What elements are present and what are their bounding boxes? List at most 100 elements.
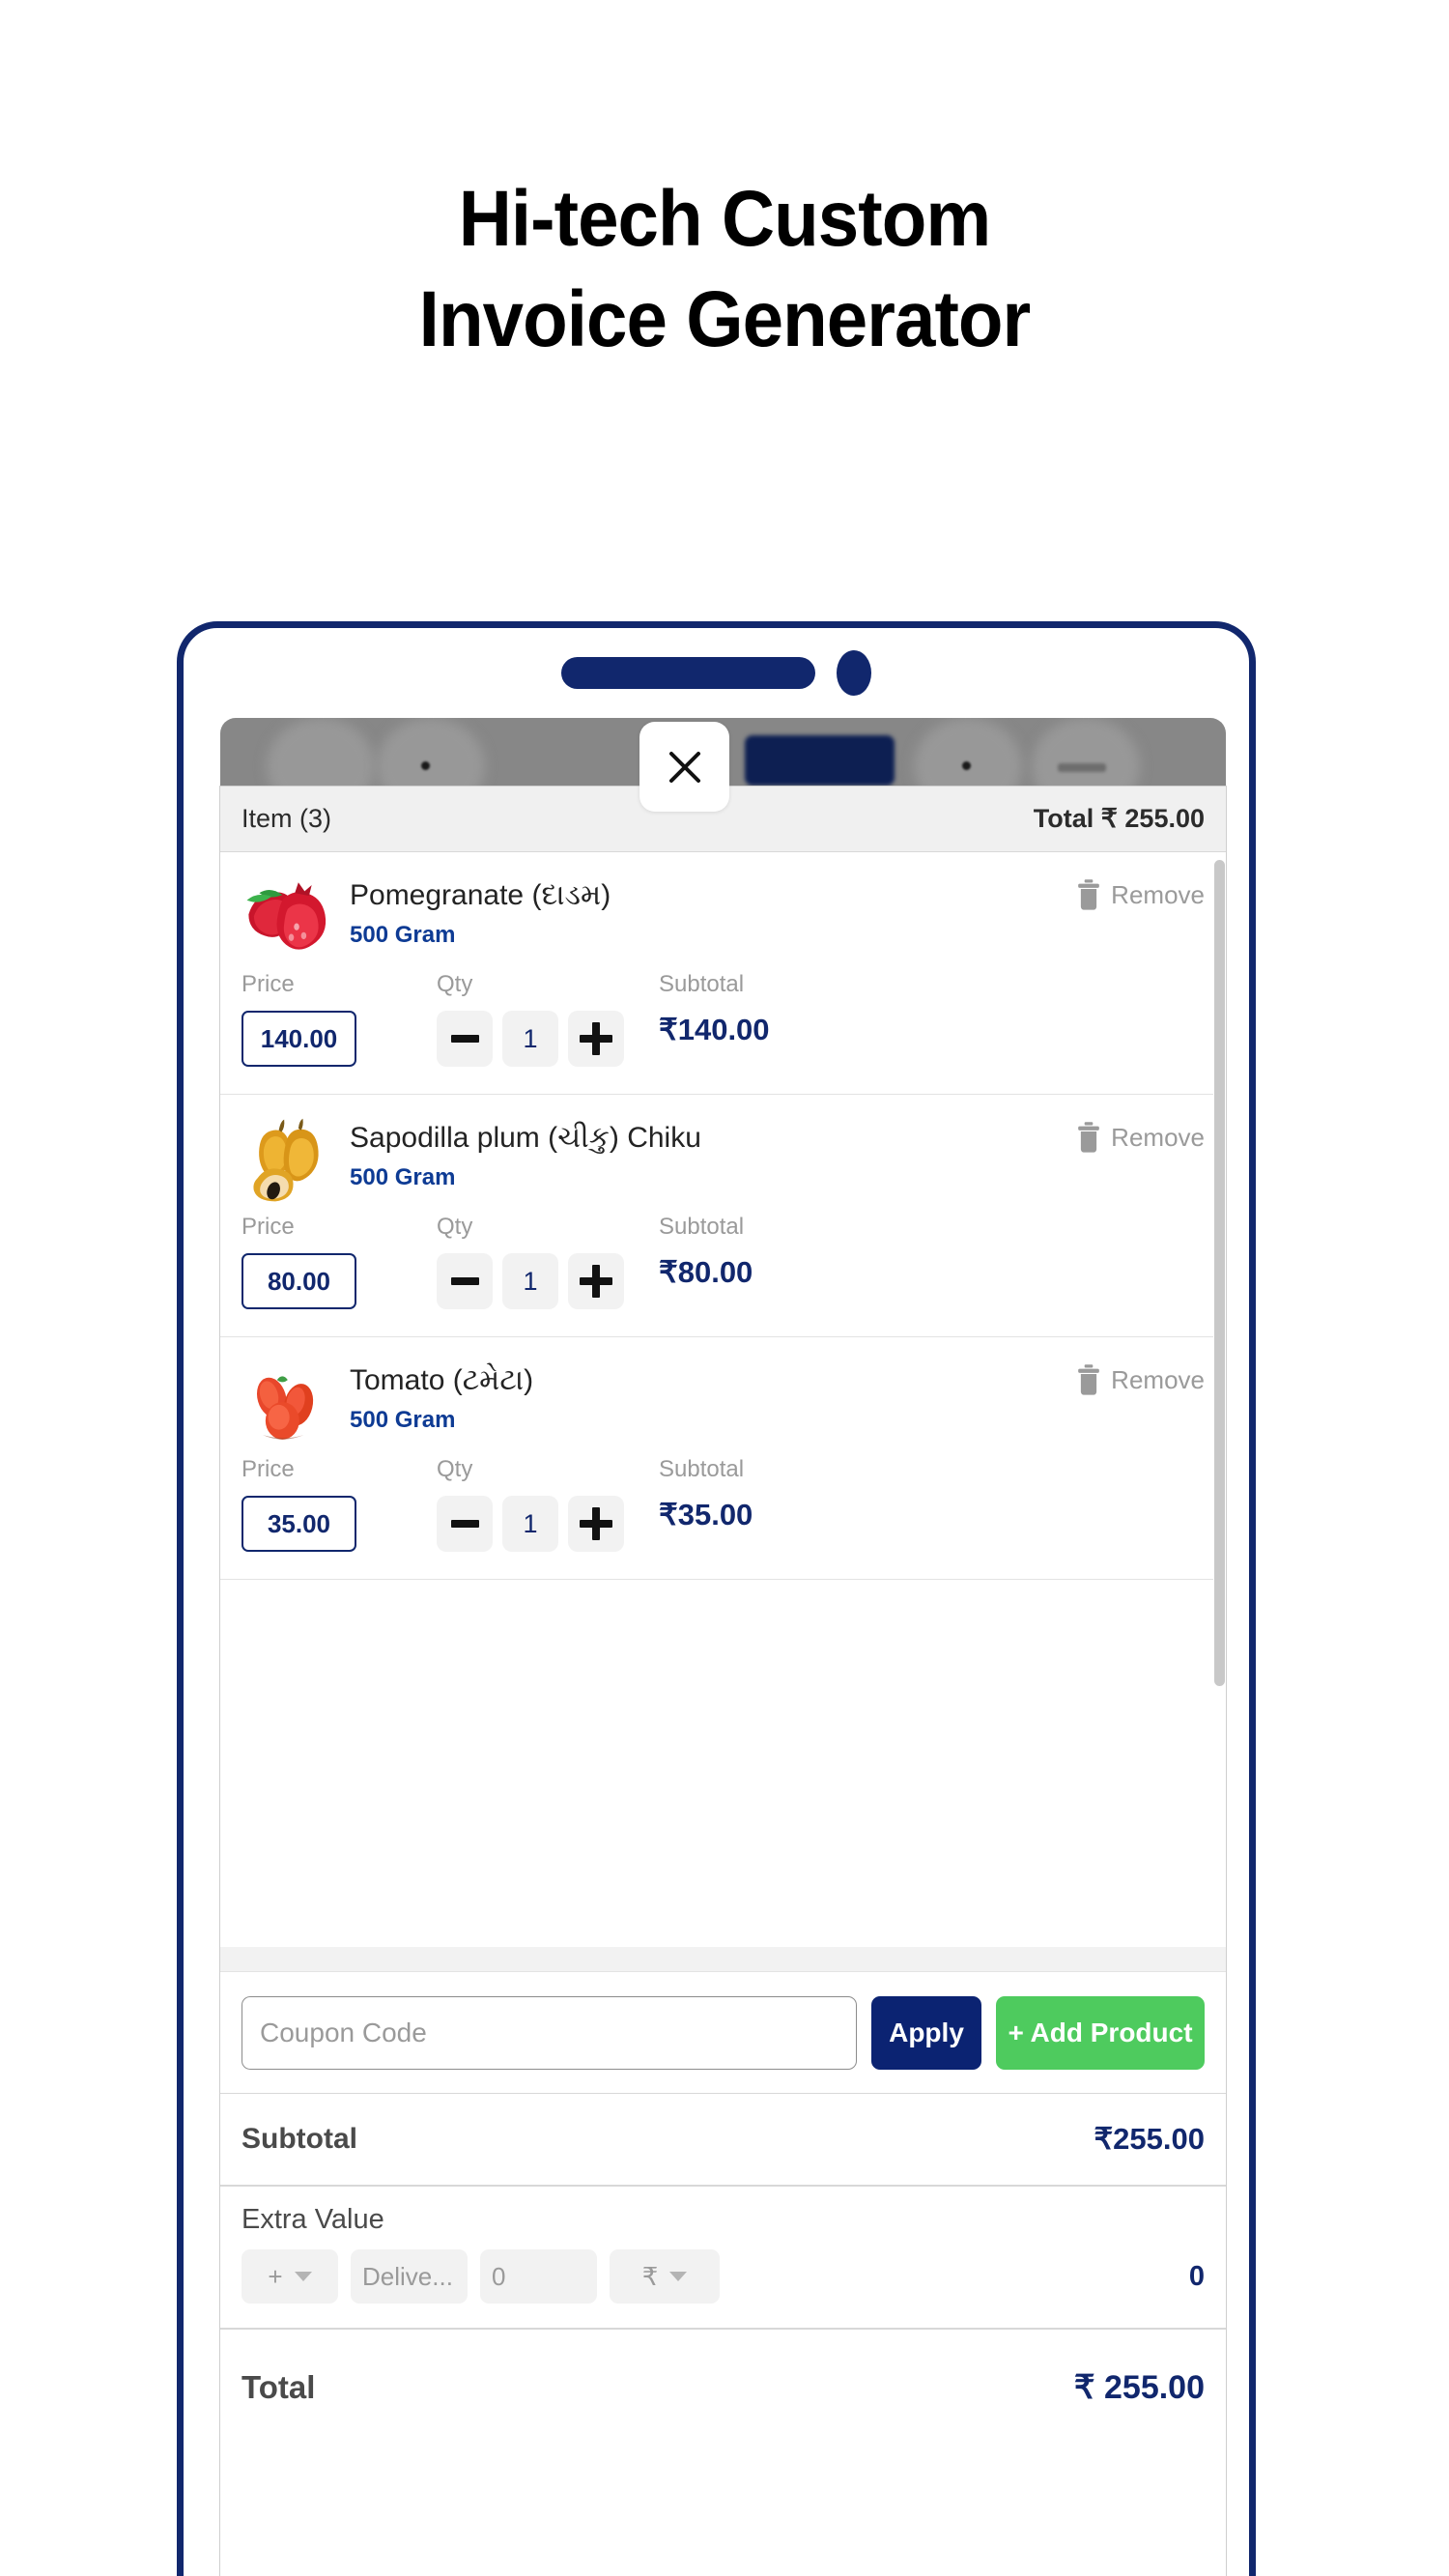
price-label: Price <box>242 1214 295 1240</box>
qty-value[interactable]: 1 <box>502 1011 558 1067</box>
total-row-value: ₹ 255.00 <box>1073 2369 1205 2406</box>
quantity-stepper: 1 <box>437 1253 659 1309</box>
product-image-sapodilla <box>242 1116 330 1205</box>
cart-item-row: Tomato (ટમેટા) 500 Gram Remove Price 35.… <box>220 1337 1226 1580</box>
price-label: Price <box>242 1456 295 1482</box>
apply-coupon-button[interactable]: Apply <box>871 1995 981 2070</box>
price-label: Price <box>242 971 295 997</box>
qty-column: Qty 1 <box>437 971 659 1067</box>
product-name: Pomegranate (દાડમ) <box>350 879 611 911</box>
extra-currency-select[interactable]: ₹ <box>610 2249 720 2304</box>
page-title-line-1: Hi-tech Custom <box>458 175 991 263</box>
subtotal-column: Subtotal ₹35.00 <box>659 1456 1205 1532</box>
phone-speaker <box>561 657 815 689</box>
total-row-label: Total <box>242 2369 316 2405</box>
page-title: Hi-tech Custom Invoice Generator <box>51 169 1399 370</box>
subtotal-row-label: Subtotal <box>242 2123 357 2155</box>
quantity-stepper: 1 <box>437 1496 659 1552</box>
subtotal-value: ₹140.00 <box>659 1013 770 1046</box>
minus-icon <box>450 1520 479 1528</box>
product-size: 500 Gram <box>350 1164 456 1190</box>
increment-qty-button[interactable] <box>568 1496 624 1552</box>
subtotal-row: Subtotal ₹255.00 <box>220 2094 1226 2187</box>
qty-label: Qty <box>437 971 473 997</box>
plus-icon <box>580 1265 612 1298</box>
cart-item-row: Sapodilla plum (ચીકુ) Chiku 500 Gram Rem… <box>220 1095 1226 1337</box>
price-input[interactable]: 140.00 <box>242 1011 356 1067</box>
remove-label: Remove <box>1111 1123 1205 1152</box>
subtotal-label: Subtotal <box>659 971 745 997</box>
qty-label: Qty <box>437 1456 473 1482</box>
total-row: Total ₹ 255.00 <box>220 2330 1226 2446</box>
plus-icon <box>580 1022 612 1055</box>
subtotal-column: Subtotal ₹80.00 <box>659 1214 1205 1290</box>
extra-amount-input[interactable]: 0 <box>480 2249 597 2304</box>
item-count-label: Item (3) <box>242 804 332 833</box>
extra-sign-value: + <box>268 2261 283 2291</box>
header-total-label: Total ₹ 255.00 <box>1033 804 1205 833</box>
extra-sign-select[interactable]: + <box>242 2249 338 2304</box>
product-name: Sapodilla plum (ચીકુ) Chiku <box>350 1122 701 1154</box>
screenshot-root: Hi-tech Custom Invoice Generator Item (3… <box>0 0 1449 2576</box>
remove-label: Remove <box>1111 880 1205 909</box>
cart-scrollbar[interactable] <box>1213 852 1226 1947</box>
subtotal-column: Subtotal ₹140.00 <box>659 971 1205 1047</box>
product-image-pomegranate <box>242 873 330 962</box>
qty-label: Qty <box>437 1214 473 1240</box>
close-icon <box>668 751 700 783</box>
coupon-bar: Coupon Code Apply + Add Product <box>220 1972 1226 2094</box>
cart-item-row: Pomegranate (દાડમ) 500 Gram Remove Price… <box>220 852 1226 1095</box>
phone-mockup: Item (3) Total ₹ 255.00 Pomegranate (દાડ… <box>177 621 1256 2576</box>
cart-items-list: Pomegranate (દાડમ) 500 Gram Remove Price… <box>220 852 1226 1947</box>
extra-name-input[interactable]: Delive... <box>351 2249 468 2304</box>
extra-result-value: 0 <box>1188 2260 1205 2292</box>
price-column: Price 35.00 <box>242 1456 437 1552</box>
price-input[interactable]: 80.00 <box>242 1253 356 1309</box>
phone-top-bezel <box>184 628 1249 718</box>
trash-icon <box>1078 879 1100 910</box>
chevron-down-icon <box>294 2272 312 2281</box>
extra-value-controls: + Delive... 0 ₹ 0 <box>242 2249 1205 2304</box>
price-input[interactable]: 35.00 <box>242 1496 356 1552</box>
phone-camera-icon <box>837 650 871 696</box>
decrement-qty-button[interactable] <box>437 1253 493 1309</box>
remove-item-button[interactable]: Remove <box>1076 1116 1205 1154</box>
price-column: Price 80.00 <box>242 1214 437 1309</box>
close-sheet-button[interactable] <box>639 722 729 812</box>
subtotal-label: Subtotal <box>659 1214 745 1240</box>
product-name: Tomato (ટમેટા) <box>350 1364 534 1396</box>
extra-value-label: Extra Value <box>242 2204 384 2235</box>
coupon-code-input[interactable]: Coupon Code <box>242 1995 857 2070</box>
increment-qty-button[interactable] <box>568 1011 624 1067</box>
plus-icon <box>580 1507 612 1540</box>
minus-icon <box>450 1277 479 1285</box>
remove-label: Remove <box>1111 1365 1205 1394</box>
add-product-button[interactable]: + Add Product <box>996 1995 1205 2070</box>
product-size: 500 Gram <box>350 1407 456 1433</box>
extra-currency-value: ₹ <box>641 2261 659 2291</box>
remove-item-button[interactable]: Remove <box>1076 873 1205 911</box>
trash-icon <box>1078 1122 1100 1153</box>
subtotal-label: Subtotal <box>659 1456 745 1482</box>
qty-value[interactable]: 1 <box>502 1253 558 1309</box>
section-divider <box>220 1947 1226 1972</box>
cart-items-scroll-area[interactable]: Pomegranate (દાડમ) 500 Gram Remove Price… <box>220 852 1226 1947</box>
qty-column: Qty 1 <box>437 1456 659 1552</box>
minus-icon <box>450 1035 479 1043</box>
qty-value[interactable]: 1 <box>502 1496 558 1552</box>
decrement-qty-button[interactable] <box>437 1011 493 1067</box>
increment-qty-button[interactable] <box>568 1253 624 1309</box>
decrement-qty-button[interactable] <box>437 1496 493 1552</box>
cart-scrollbar-thumb[interactable] <box>1214 860 1225 1686</box>
extra-value-section: Extra Value + Delive... 0 ₹ 0 <box>220 2187 1226 2330</box>
subtotal-value: ₹80.00 <box>659 1255 753 1289</box>
price-column: Price 140.00 <box>242 971 437 1067</box>
product-size: 500 Gram <box>350 922 456 948</box>
product-image-tomato <box>242 1359 330 1447</box>
quantity-stepper: 1 <box>437 1011 659 1067</box>
subtotal-row-value: ₹255.00 <box>1094 2122 1205 2156</box>
page-title-line-2: Invoice Generator <box>418 275 1032 364</box>
trash-icon <box>1078 1364 1100 1395</box>
cart-sheet: Item (3) Total ₹ 255.00 Pomegranate (દાડ… <box>219 786 1227 2576</box>
remove-item-button[interactable]: Remove <box>1076 1359 1205 1396</box>
